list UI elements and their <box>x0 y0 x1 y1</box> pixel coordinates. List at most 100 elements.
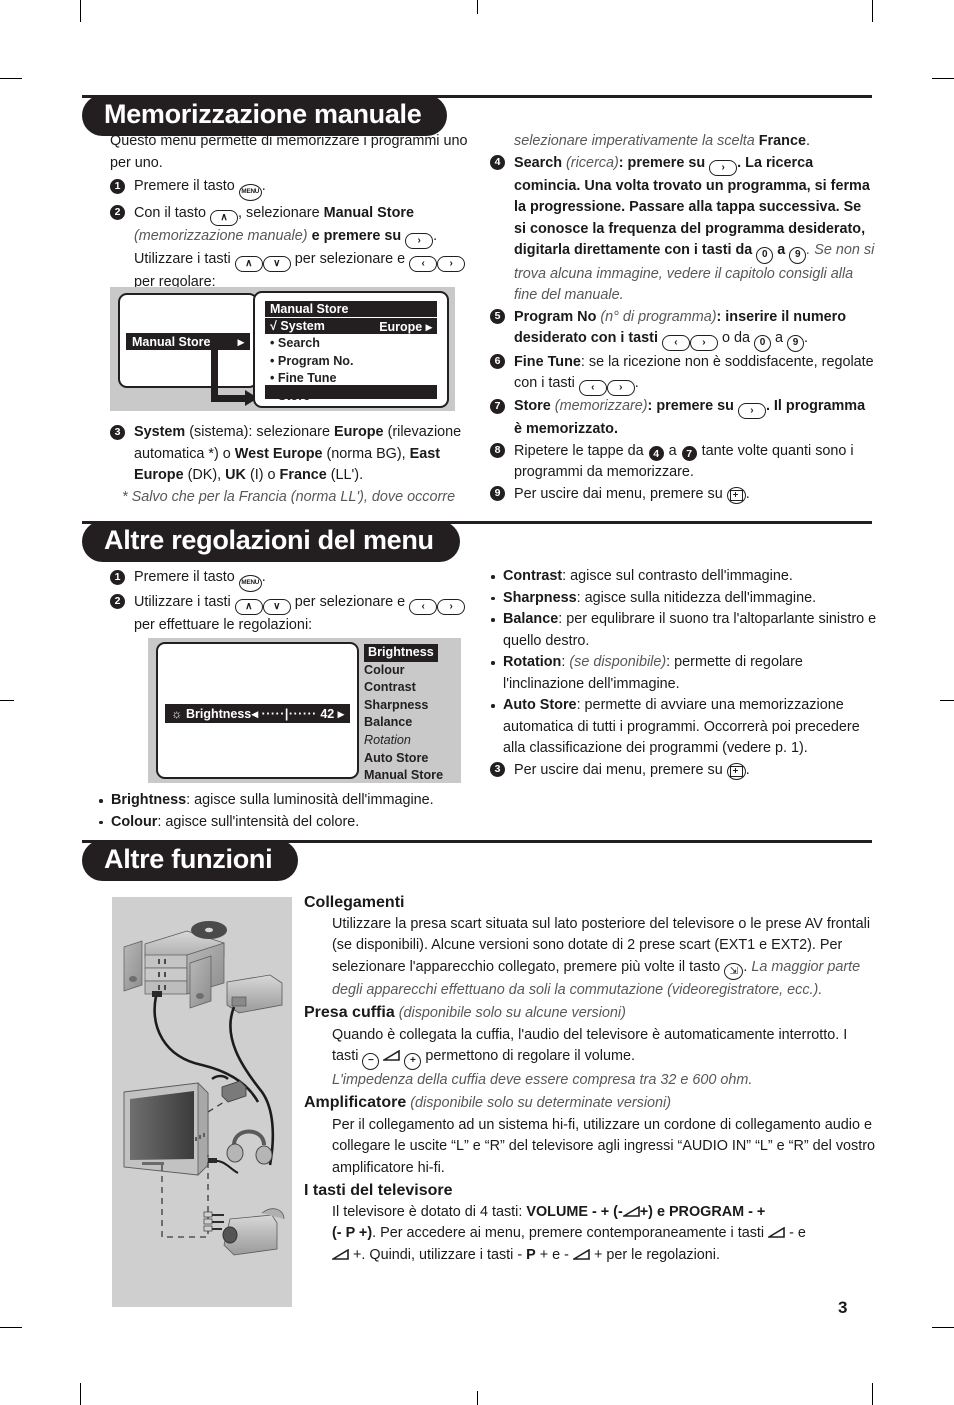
flow-arrow-horizontal <box>211 395 248 402</box>
cd-disc-icon <box>191 921 227 939</box>
line2-b: P +) <box>345 1225 373 1242</box>
body-note: L'impedenza della cuffia deve essere com… <box>332 1071 753 1088</box>
crop-mark-top-left <box>80 0 81 22</box>
collegamenti-body: Utilizzare la presa scart situata sul la… <box>304 914 876 1002</box>
t4: (I) o <box>249 467 276 483</box>
t2: . <box>745 761 750 778</box>
osd-title-bar: Manual Store <box>265 301 437 317</box>
t1: Utilizzare i tasti <box>134 593 231 610</box>
step-9: 9 Per uscire dai menu, premere su . <box>490 484 875 506</box>
osd-menu-item: Brightness <box>364 644 443 662</box>
bullet-term: Balance <box>503 611 559 627</box>
bullet-text: : per equlibrare il suono tra l'altoparl… <box>503 611 877 649</box>
heading-note: (disponibile solo su alcune versioni) <box>398 1005 626 1022</box>
bullet-term: Brightness <box>111 792 187 808</box>
step-number: 8 <box>490 443 505 458</box>
continued-sentence: selezionare imperativamente la scelta Fr… <box>514 133 810 149</box>
step-2: 2 Utilizzare i tasti ∧ ∨ per selezionare … <box>110 592 470 637</box>
crop-mark-left-center <box>0 700 14 701</box>
france-label: France <box>279 467 327 483</box>
bullet-balance: Balance: per equlibrare il suono tra l'a… <box>490 609 880 652</box>
step-number: 1 <box>110 178 125 194</box>
t2: per selezionare e <box>294 593 406 610</box>
volume-icon <box>622 1205 640 1217</box>
t1: Per uscire dai menu, premere su <box>514 485 723 502</box>
speaker-left-icon <box>123 940 143 992</box>
chevron-right-icon: ▸ <box>237 335 244 349</box>
osd-menu-item: Rotation <box>364 732 411 747</box>
volume-label: VOLUME - + <box>526 1203 610 1220</box>
heading-tasti-televisore: I tasti del televisore <box>304 1182 453 1200</box>
step-text-2: , selezionare <box>238 204 320 221</box>
heading-collegamenti: Collegamenti <box>304 894 405 911</box>
crop-mark-bottom-center <box>477 1391 478 1405</box>
digit-9-key-icon: 9 <box>789 246 807 264</box>
section1-left-column: Questo menu permette di memorizzare i pr… <box>110 131 470 293</box>
t2: o da <box>721 330 750 346</box>
osd-gauge: ·····|······ <box>261 707 317 721</box>
camcorder-icon <box>203 1208 285 1256</box>
europe-label: Europe <box>333 424 384 440</box>
left-arrow-key-icon: ‹ <box>409 598 438 615</box>
t2: (norma BG), <box>326 445 406 462</box>
bullet-term: Sharpness <box>503 589 577 606</box>
step-ref-7: 7 <box>681 446 697 462</box>
t1: Per uscire dai menu, premere su <box>514 761 723 778</box>
digit-0-key-icon: 0 <box>753 334 771 352</box>
volume-icon <box>332 1248 349 1260</box>
step-text: Premere il tasto <box>134 178 235 194</box>
headphones-icon <box>208 1129 273 1174</box>
step-7: 7 Store (memorizzare): premere su ›. Il … <box>490 396 875 441</box>
digit-0-key-icon: 0 <box>756 246 774 264</box>
section2-right-column: Contrast: agisce sul contrasto dell'imma… <box>490 566 880 781</box>
step-text-5: per selezionare e <box>294 250 406 267</box>
right-arrow-key-icon: › <box>606 380 635 396</box>
flow-arrow-vertical <box>211 342 218 402</box>
step-number: 5 <box>490 309 505 324</box>
osd-left-item-label: Manual Store <box>132 334 211 349</box>
osd-left-highlight-row: Manual Store ▸ <box>126 333 250 350</box>
heading-note: (disponibile solo su determinate version… <box>410 1095 672 1112</box>
section-header-altre-regolazioni: Altre regolazioni del menu <box>82 521 872 563</box>
mid-a: (- <box>613 1203 623 1220</box>
line3-d: + per le regolazioni. <box>593 1246 720 1263</box>
bullet-colour: Colour: agisce sull'intensità del colore… <box>98 812 478 834</box>
osd-menu-item: Sharpness <box>364 697 429 712</box>
crop-mark-top-center <box>477 0 478 14</box>
france-bold: France <box>758 133 806 149</box>
program-label: PROGRAM - + <box>668 1203 766 1220</box>
search-label: Search <box>514 154 562 171</box>
chevron-left-icon: ◂ <box>251 707 259 721</box>
body-punct: . <box>743 958 748 975</box>
osd-menu-item: Balance <box>364 715 413 730</box>
scart-plug-icon <box>211 1074 247 1103</box>
osd-slider-row: ☼ Brightness ◂ ·····|······ 42 ▸ <box>165 704 350 723</box>
continued-italic: selezionare imperativamente la scelta <box>514 133 755 149</box>
right-arrow-key-icon: › <box>737 403 766 419</box>
tv-set-icon <box>123 1082 209 1176</box>
volume-icon <box>572 1248 590 1260</box>
bullet-auto-store: Auto Store: permette di avviare una memo… <box>490 695 880 760</box>
step-3-exit: 3 Per uscire dai menu, premere su . <box>490 760 880 782</box>
bullet-contrast: Contrast: agisce sul contrasto dell'imma… <box>490 566 880 588</box>
osd-slider-right: ◂ ·····|······ 42 ▸ <box>252 706 344 721</box>
step-text-4: Utilizzare i tasti <box>134 250 231 267</box>
t1: : premere su <box>618 154 706 171</box>
menu-key-icon: MENU <box>238 183 262 201</box>
step-text-3: e premere su <box>311 227 402 244</box>
crop-mark-bottom-left <box>80 1383 81 1405</box>
osd-slider-label: Brightness <box>185 706 252 721</box>
volume-icon <box>383 1050 401 1062</box>
line3-a: +. Quindi, utilizzare i tasti - <box>353 1246 523 1263</box>
bullet-text: : agisce sul contrasto dell'immagine. <box>562 568 793 584</box>
page-number: 3 <box>838 1298 848 1317</box>
speaker-right-icon <box>189 955 212 1009</box>
left-arrow-key-icon: ‹ <box>661 335 690 351</box>
body-text: Il televisore è dotato di 4 tasti: <box>332 1203 523 1220</box>
illustration-graphic <box>123 921 285 1256</box>
t3: per effettuare le regolazioni: <box>134 616 313 633</box>
t2: . <box>634 375 639 391</box>
crop-mark-right-center <box>940 700 954 701</box>
crop-mark-left-top <box>0 78 22 79</box>
section-header-altre-funzioni: Altre funzioni <box>82 840 872 882</box>
